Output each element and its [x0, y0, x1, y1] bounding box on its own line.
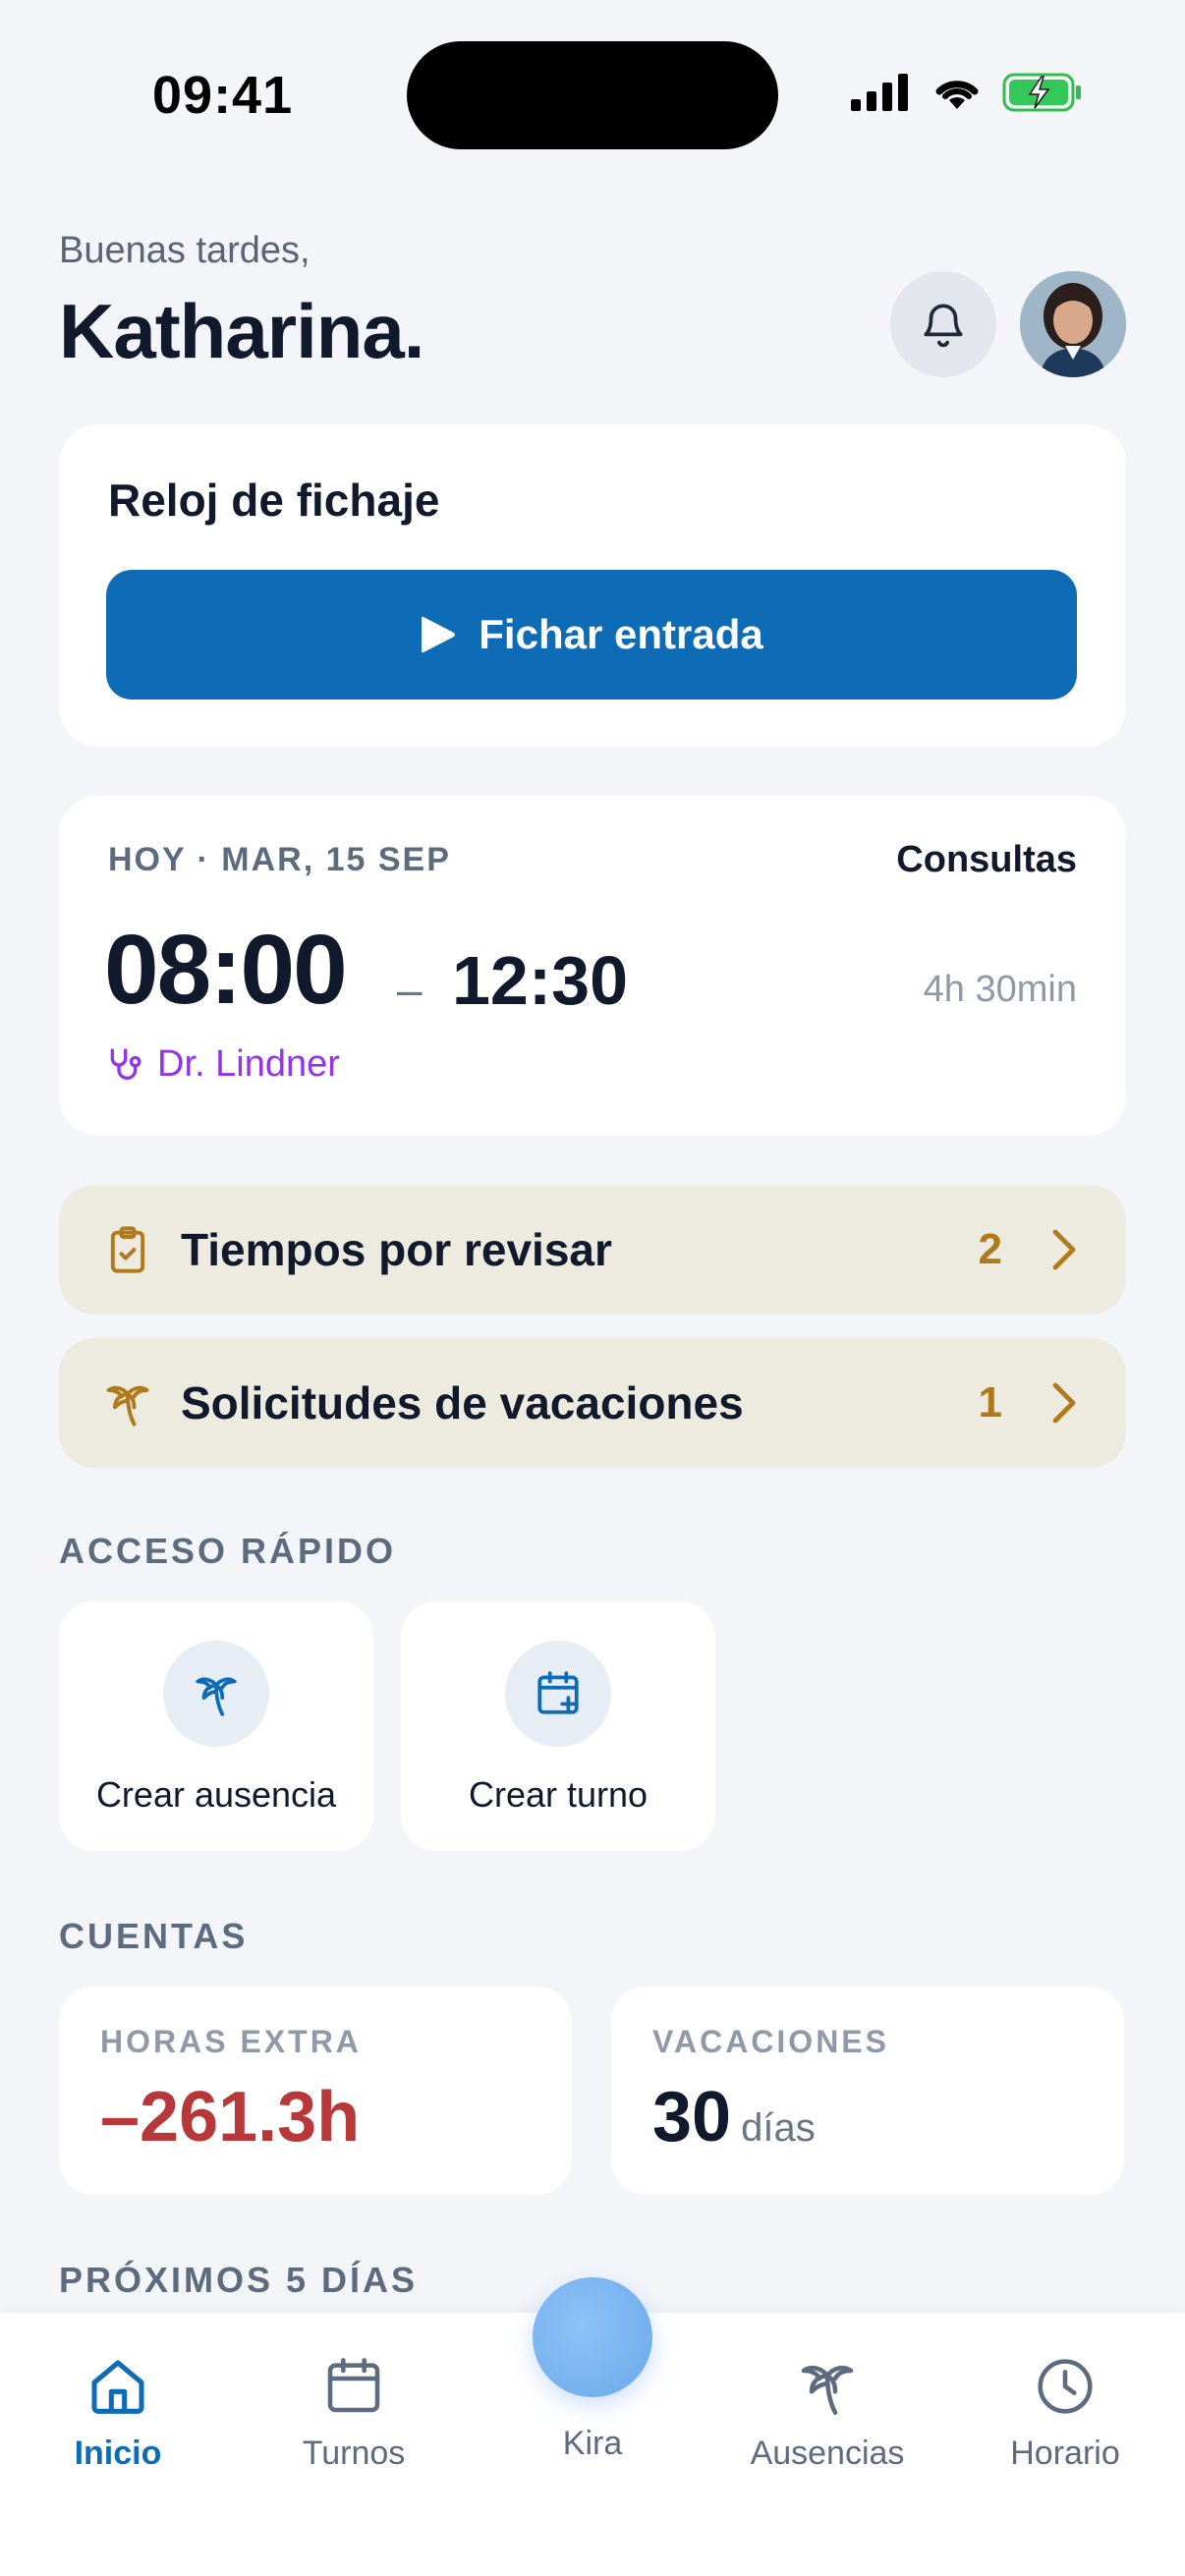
shift-type: Consultas — [896, 839, 1077, 880]
shift-start-time: 08:00 — [104, 915, 348, 1025]
nav-home[interactable]: Inicio — [10, 2352, 226, 2473]
create-absence-icon-wrap — [163, 1641, 269, 1747]
overtime-card[interactable]: HORAS EXTRA –261.3h — [59, 1987, 572, 2195]
home-icon — [91, 2360, 144, 2414]
palm-tree-icon — [801, 2365, 854, 2415]
palm-tree-icon — [196, 1677, 237, 1716]
dynamic-island — [407, 41, 778, 149]
shift-duration: 4h 30min — [923, 969, 1077, 1010]
status-bar: 09:41 — [0, 0, 1185, 187]
kira-assistant-button[interactable] — [533, 2277, 652, 2397]
vacation-value-row: 30 días — [652, 2077, 816, 2157]
stethoscope-icon — [110, 1047, 141, 1080]
clock-in-label: Fichar entrada — [479, 611, 763, 657]
greeting-text: Buenas tardes, — [59, 230, 310, 271]
bell-icon — [924, 304, 963, 348]
nav-absences-label: Ausencias — [750, 2435, 905, 2472]
quick-access-title: ACCESO RÁPIDO — [59, 1531, 397, 1571]
time-clock-card: Reloj de fichaje Fichar entrada — [59, 424, 1126, 747]
pending-time-review-row[interactable]: Tiempos por revisar 2 — [59, 1185, 1126, 1315]
play-icon — [422, 616, 456, 653]
status-time: 09:41 — [152, 66, 294, 125]
nav-shifts-label: Turnos — [302, 2435, 406, 2472]
overtime-value: –261.3h — [100, 2078, 361, 2156]
calendar-icon — [327, 2358, 380, 2413]
time-clock-title: Reloj de fichaje — [108, 475, 440, 526]
palm-tree-icon — [106, 1385, 149, 1427]
user-name: Katharina. — [59, 288, 424, 374]
avatar-portrait — [1020, 271, 1126, 377]
pending-vacation-requests-label: Solicitudes de vacaciones — [181, 1377, 744, 1428]
upcoming-title: PRÓXIMOS 5 DÍAS — [59, 2260, 419, 2300]
pending-vacation-requests-count: 1 — [978, 1378, 1002, 1427]
overtime-label: HORAS EXTRA — [100, 2024, 362, 2059]
pending-time-review-count: 2 — [978, 1225, 1002, 1273]
nav-schedule-label: Horario — [1010, 2435, 1120, 2472]
create-shift-icon-wrap — [505, 1641, 611, 1747]
shift-time-separator: – — [397, 964, 423, 1015]
clock-in-button[interactable]: Fichar entrada — [106, 570, 1077, 700]
notifications-button[interactable] — [890, 271, 996, 377]
vacation-value: 30 — [652, 2078, 732, 2156]
create-absence-label: Crear ausencia — [95, 1774, 337, 1815]
shift-doctor: Dr. Lindner — [104, 1043, 340, 1086]
shift-end-time: 12:30 — [452, 942, 629, 1019]
create-absence-tile[interactable]: Crear ausencia — [59, 1601, 373, 1851]
calendar-plus-icon — [537, 1671, 579, 1714]
vacation-label: VACACIONES — [652, 2024, 889, 2059]
nav-kira-label: Kira — [562, 2425, 623, 2462]
status-icons — [851, 73, 1083, 112]
vacation-unit: días — [741, 2106, 816, 2150]
nav-shifts[interactable]: Turnos — [246, 2352, 462, 2473]
signal-icon — [851, 74, 908, 111]
create-shift-label: Crear turno — [468, 1774, 649, 1815]
avatar[interactable] — [1020, 271, 1126, 377]
nav-absences[interactable]: Ausencias — [719, 2352, 935, 2473]
pending-time-review-label: Tiempos por revisar — [181, 1224, 612, 1275]
vacation-card[interactable]: VACACIONES 30 días — [611, 1987, 1124, 2195]
battery-charging-icon — [1002, 73, 1081, 112]
chevron-right-icon — [1052, 1229, 1076, 1270]
nav-schedule[interactable]: Horario — [957, 2352, 1173, 2473]
create-shift-tile[interactable]: Crear turno — [401, 1601, 715, 1851]
accounts-title: CUENTAS — [59, 1916, 249, 1956]
clock-icon — [1038, 2359, 1093, 2414]
wifi-icon — [935, 81, 979, 109]
pending-vacation-requests-row[interactable]: Solicitudes de vacaciones 1 — [59, 1338, 1126, 1468]
chevron-right-icon — [1052, 1382, 1076, 1424]
shift-date: HOY · MAR, 15 SEP — [108, 841, 451, 878]
today-shift-card[interactable]: HOY · MAR, 15 SEP Consultas 08:00 – 12:3… — [59, 796, 1126, 1136]
clipboard-check-icon — [110, 1226, 145, 1273]
shift-doctor-name: Dr. Lindner — [157, 1043, 340, 1085]
nav-home-label: Inicio — [74, 2435, 162, 2472]
